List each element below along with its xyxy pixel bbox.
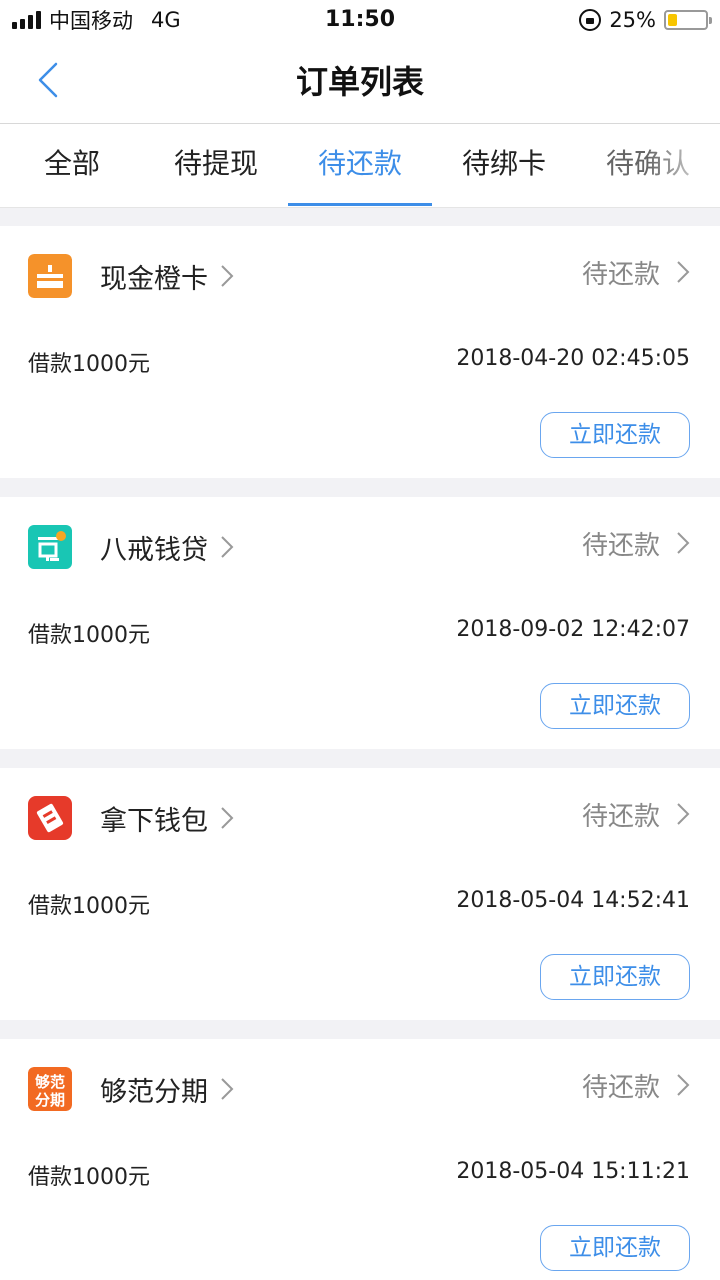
order-list: 现金橙卡 待还款 借款1000元 2018-04-20 02:45:05 立即还… [0, 226, 720, 1280]
chevron-right-icon [677, 803, 690, 825]
status-label: 待还款 [581, 259, 660, 290]
loan-amount: 借款1000元 [28, 894, 150, 919]
tab-pending-confirm[interactable]: 待确认 [576, 124, 720, 207]
platform-name-link[interactable]: 八戒钱贷 [100, 525, 236, 569]
tab-bar: 全部 待提现 待还款 待绑卡 待确认 [0, 124, 720, 208]
naxia-qianbao-logo [28, 796, 72, 840]
repay-now-button[interactable]: 立即还款 [540, 954, 690, 1000]
tab-pending-repay[interactable]: 待还款 [288, 124, 432, 207]
order-datetime: 2018-04-20 02:45:05 [456, 346, 690, 371]
platform-name: 八戒钱贷 [100, 534, 208, 566]
order-card: 八戒钱贷 待还款 借款1000元 2018-09-02 12:42:07 立即还… [0, 497, 720, 749]
loan-amount: 借款1000元 [28, 352, 150, 377]
platform-name-link[interactable]: 现金橙卡 [100, 254, 236, 298]
order-datetime: 2018-09-02 12:42:07 [456, 617, 690, 642]
order-status[interactable]: 待还款 [582, 523, 692, 563]
svg-text:分期: 分期 [35, 1091, 65, 1109]
order-datetime: 2018-05-04 15:11:21 [456, 1159, 690, 1184]
loan-amount: 借款1000元 [28, 623, 150, 648]
nav-bar: 订单列表 [0, 40, 720, 124]
tab-all[interactable]: 全部 [0, 124, 144, 207]
chevron-right-icon [221, 807, 234, 829]
platform-name: 拿下钱包 [100, 805, 208, 837]
order-card: 现金橙卡 待还款 借款1000元 2018-04-20 02:45:05 立即还… [0, 226, 720, 478]
platform-name-link[interactable]: 够范分期 [100, 1067, 236, 1111]
chevron-right-icon [677, 261, 690, 283]
chevron-right-icon [677, 1074, 690, 1096]
chevron-right-icon [221, 265, 234, 287]
repay-now-button[interactable]: 立即还款 [540, 412, 690, 458]
status-label: 待还款 [581, 801, 660, 832]
tab-pending-withdraw[interactable]: 待提现 [144, 124, 288, 207]
repay-now-button[interactable]: 立即还款 [540, 1225, 690, 1271]
platform-name-link[interactable]: 拿下钱包 [100, 796, 236, 840]
order-datetime: 2018-05-04 14:52:41 [456, 888, 690, 913]
battery-level [668, 14, 677, 26]
bajie-qiandai-logo [28, 525, 72, 569]
order-status[interactable]: 待还款 [582, 794, 692, 834]
chevron-right-icon [677, 532, 690, 554]
repay-now-button[interactable]: 立即还款 [540, 683, 690, 729]
chevron-right-icon [221, 1078, 234, 1100]
goufan-fenqi-logo: 够范 分期 [28, 1067, 72, 1111]
status-label: 待还款 [581, 530, 660, 561]
platform-name: 够范分期 [100, 1076, 208, 1108]
svg-text:够范: 够范 [34, 1073, 65, 1091]
platform-name: 现金橙卡 [100, 263, 208, 295]
order-card: 拿下钱包 待还款 借款1000元 2018-05-04 14:52:41 立即还… [0, 768, 720, 1020]
battery-percent: 25% [609, 8, 656, 32]
xianjin-chengka-logo [28, 254, 72, 298]
order-status[interactable]: 待还款 [582, 252, 692, 292]
page-title: 订单列表 [295, 63, 424, 101]
rotation-lock-icon [579, 9, 602, 31]
status-bar: 中国移动 4G 11:50 25% [0, 0, 720, 40]
battery-icon [664, 10, 712, 30]
order-status[interactable]: 待还款 [582, 1065, 692, 1105]
status-label: 待还款 [581, 1072, 660, 1103]
loan-amount: 借款1000元 [28, 1165, 150, 1190]
order-card: 够范 分期 够范分期 待还款 借款1000元 2018-05-04 15:11:2… [0, 1039, 720, 1280]
chevron-right-icon [221, 536, 234, 558]
tab-pending-bind-card[interactable]: 待绑卡 [432, 124, 576, 207]
